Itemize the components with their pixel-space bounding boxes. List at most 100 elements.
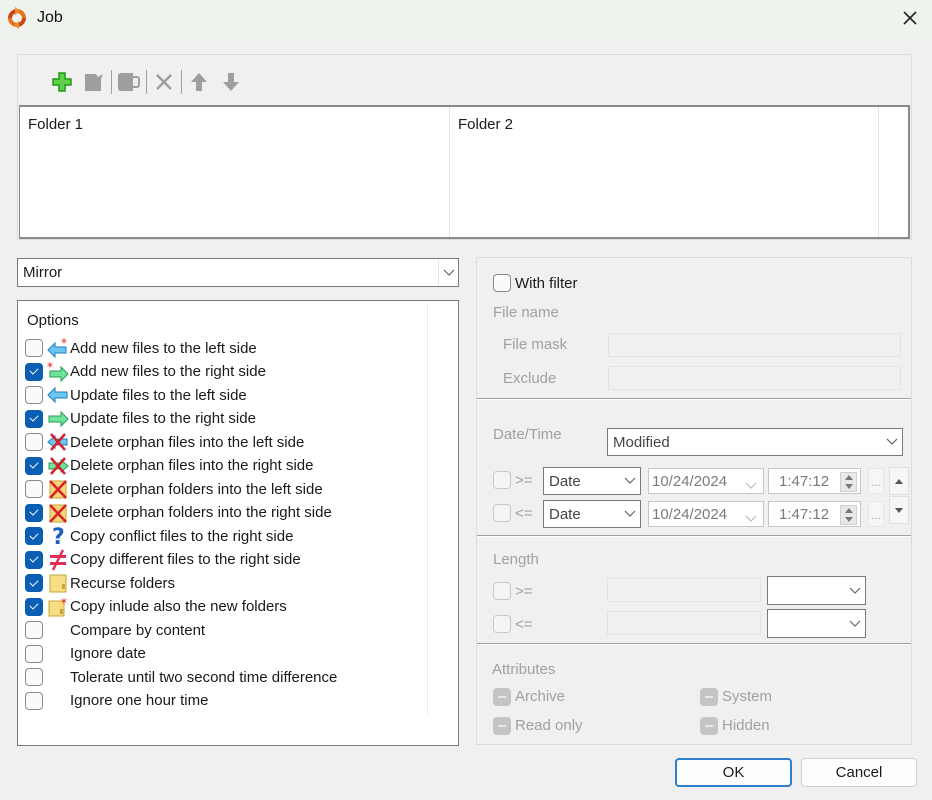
move-up-button[interactable] (183, 67, 215, 97)
left-arrow-icon (46, 384, 70, 406)
option-item[interactable]: Delete orphan folders into the right sid… (25, 502, 332, 524)
scroll-up-button[interactable] (889, 467, 909, 495)
option-label: Ignore date (70, 645, 146, 662)
option-checkbox[interactable] (25, 644, 43, 663)
triangle-down-icon (895, 507, 903, 513)
file-mask-label: File mask (503, 336, 568, 353)
date-min-date-value: 10/24/2024 (652, 473, 728, 490)
option-checkbox[interactable] (25, 386, 43, 404)
move-down-button[interactable] (215, 67, 247, 97)
scroll-down-button[interactable] (889, 496, 909, 524)
date-max-time-input[interactable]: 1:47:12 (768, 501, 861, 527)
option-item[interactable]: * Add new files to the left side (25, 337, 257, 359)
hidden-checkbox[interactable] (700, 717, 718, 735)
chevron-down-icon (845, 577, 865, 604)
spin-up-icon (844, 508, 853, 513)
time-spinner[interactable] (840, 472, 857, 492)
read-only-checkbox[interactable] (493, 717, 511, 735)
with-filter-checkbox[interactable]: With filter (493, 274, 578, 292)
option-checkbox[interactable] (25, 503, 43, 522)
time-spinner[interactable] (840, 505, 857, 525)
add-left-arrow-icon: * (46, 337, 70, 359)
cancel-button[interactable]: Cancel (801, 758, 917, 787)
delete-button[interactable] (148, 67, 180, 97)
option-checkbox[interactable] (25, 362, 43, 381)
option-item[interactable]: Delete orphan files into the right side (25, 455, 313, 477)
option-item[interactable]: Delete orphan folders into the left side (25, 478, 323, 500)
with-filter-checkbox-box[interactable] (493, 274, 511, 292)
folder-pairs-list[interactable]: Folder 1 Folder 2 (19, 105, 910, 239)
option-item[interactable]: ? Copy conflict files to the right side (25, 525, 293, 547)
options-list[interactable]: Options * Add new files to the left side *… (17, 300, 459, 746)
length-min-checkbox[interactable] (493, 582, 511, 600)
datetime-mode-select[interactable]: Modified (607, 428, 903, 456)
option-checkbox[interactable] (25, 433, 43, 451)
add-button[interactable] (46, 67, 78, 97)
date-min-time-input[interactable]: 1:47:12 (768, 468, 861, 494)
option-item[interactable]: Ignore one hour time (25, 690, 208, 712)
date-max-date-picker[interactable]: 10/24/2024 (648, 501, 764, 527)
option-checkbox[interactable] (25, 621, 43, 639)
datetime-label: Date/Time (493, 426, 562, 443)
option-checkbox[interactable] (25, 691, 43, 710)
read-only-label: Read only (515, 717, 583, 734)
option-checkbox[interactable] (25, 527, 43, 545)
option-label: Add new files to the left side (70, 339, 257, 357)
date-min-type-select[interactable]: Date (543, 467, 641, 495)
option-item[interactable]: Tolerate until two second time differenc… (25, 666, 337, 688)
length-min-input[interactable] (607, 578, 761, 602)
system-label: System (722, 688, 773, 705)
option-item[interactable]: Recurse folders (25, 572, 175, 594)
ok-button[interactable]: OK (675, 758, 792, 787)
sync-mode-select[interactable]: Mirror (17, 258, 459, 287)
chevron-down-icon (745, 510, 757, 527)
date-min-more-button[interactable]: ... (868, 468, 884, 494)
chevron-down-icon (845, 610, 865, 637)
option-checkbox[interactable] (25, 409, 43, 428)
option-checkbox[interactable] (25, 574, 43, 592)
file-mask-input[interactable] (608, 333, 901, 357)
column-header-folder-1[interactable]: Folder 1 (20, 107, 450, 237)
option-item[interactable]: Delete orphan files into the left side (25, 431, 304, 453)
option-item[interactable]: Copy different files to the right side (25, 548, 301, 571)
length-max-input[interactable] (607, 611, 761, 635)
date-min-date-picker[interactable]: 10/24/2024 (648, 468, 764, 494)
duplicate-button[interactable] (113, 67, 145, 97)
exclude-input[interactable] (608, 366, 901, 390)
length-max-unit-select[interactable] (767, 609, 866, 638)
date-max-checkbox[interactable] (493, 504, 511, 522)
options-header: Options (27, 312, 79, 329)
chevron-down-icon (620, 501, 640, 527)
option-item[interactable]: * Copy inlude also the new folders (25, 596, 287, 618)
option-checkbox[interactable] (25, 550, 43, 569)
date-min-checkbox[interactable] (493, 471, 511, 489)
length-min-unit-select[interactable] (767, 576, 866, 605)
option-item[interactable]: Compare by content (25, 619, 205, 641)
column-header-label: Folder 2 (458, 116, 514, 133)
option-checkbox[interactable] (25, 456, 43, 475)
date-min-time-value: 1:47:12 (779, 473, 830, 490)
hidden-label: Hidden (722, 717, 770, 734)
archive-label: Archive (515, 688, 566, 705)
length-max-checkbox[interactable] (493, 615, 511, 633)
column-header-folder-2[interactable]: Folder 2 (450, 107, 879, 237)
option-item[interactable]: * Add new files to the right side (25, 361, 266, 383)
window-title: Job (37, 9, 63, 26)
close-button[interactable] (893, 3, 927, 33)
folder-icon (46, 572, 70, 594)
option-checkbox[interactable] (25, 339, 43, 357)
option-item[interactable]: Update files to the right side (25, 408, 256, 430)
option-item[interactable]: Ignore date (25, 643, 146, 665)
edit-button[interactable] (78, 67, 110, 97)
option-checkbox[interactable] (25, 597, 43, 616)
date-max-type-select[interactable]: Date (543, 500, 641, 528)
option-checkbox[interactable] (25, 480, 43, 498)
system-checkbox[interactable] (700, 688, 718, 706)
archive-checkbox[interactable] (493, 688, 511, 706)
option-checkbox[interactable] (25, 668, 43, 686)
option-item[interactable]: Update files to the left side (25, 384, 247, 406)
spin-down-icon (844, 517, 853, 522)
delete-x-icon (156, 74, 172, 90)
option-label: Delete orphan folders into the left side (70, 480, 323, 498)
date-max-more-button[interactable]: ... (868, 501, 884, 527)
